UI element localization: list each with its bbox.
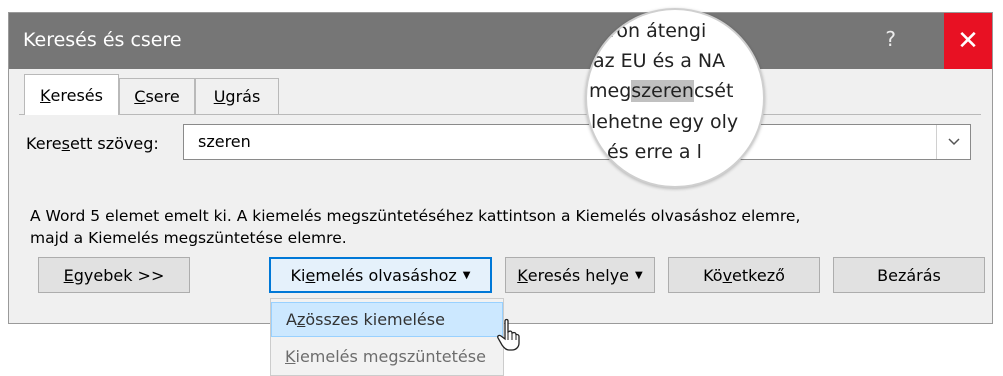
highlight-label-pre: Ki <box>290 265 306 285</box>
next-label-pre: Kö <box>703 265 723 285</box>
find-in-label: eresés helye <box>527 265 630 285</box>
more-button[interactable]: Egyebek >> <box>38 257 190 293</box>
tab-panel-border <box>19 114 981 115</box>
close-window-button[interactable]: ✕ <box>944 13 992 69</box>
tab-search[interactable]: Keresés <box>24 74 119 115</box>
menu-item-clear-highlight[interactable]: Kiemelés megszüntetése <box>271 339 503 374</box>
search-label-key: s <box>61 134 70 153</box>
find-in-key: K <box>517 265 528 285</box>
help-button[interactable]: ? <box>885 27 896 51</box>
tab-goto-key: U <box>213 87 226 106</box>
find-next-button[interactable]: Kö v etkező <box>668 257 820 293</box>
close-button[interactable]: Bezárás <box>833 257 985 293</box>
search-label-pre: Kere <box>26 134 62 153</box>
magnified-text-line: ron átengi <box>609 20 707 42</box>
tab-replace-key: C <box>134 87 146 106</box>
search-input-value: szeren <box>198 132 251 151</box>
tab-replace[interactable]: Csere <box>119 78 195 114</box>
magnified-text-line: az EU és a NA <box>593 50 726 72</box>
more-button-key: E <box>63 265 74 285</box>
tab-search-key: K <box>40 85 51 105</box>
highlight-label-key: e <box>305 265 316 285</box>
find-in-button[interactable]: Keresés helye ▼ <box>505 257 655 293</box>
menu-item-clear-key: K <box>285 347 296 366</box>
magnifier-lens: ron átengi az EU és a NA megszerencsét l… <box>585 8 765 188</box>
close-icon: ✕ <box>957 26 979 56</box>
tab-goto-label: grás <box>225 87 261 106</box>
tab-replace-label: sere <box>145 87 180 106</box>
magnified-text-line-highlighted: megszerencsét <box>589 80 733 102</box>
menu-item-highlight-all-key: z <box>296 310 306 329</box>
tab-goto[interactable]: Ugrás <box>195 78 279 114</box>
search-match-highlight: szeren <box>631 80 694 102</box>
menu-item-highlight-all-pre: A <box>286 310 297 329</box>
next-label-key: v <box>722 265 733 285</box>
highlight-label-post: melés olvasáshoz <box>315 265 457 285</box>
dropdown-caret-icon: ▼ <box>635 269 643 281</box>
close-button-label: Bezárás <box>877 265 941 285</box>
menu-item-highlight-all[interactable]: Az összes kiemelése <box>271 302 503 337</box>
status-message: A Word 5 elemet emelt ki. A kiemelés meg… <box>30 205 800 249</box>
magnified-text-line: lehetne egy oly <box>591 111 739 133</box>
menu-item-clear-label: iemelés megszüntetése <box>295 347 486 366</box>
highlight-dropdown-menu: Az összes kiemelése Kiemelés megszünteté… <box>270 298 504 376</box>
search-label-post: ett szöveg: <box>69 134 159 153</box>
status-message-line1: A Word 5 elemet emelt ki. A kiemelés meg… <box>30 207 801 225</box>
title-bar[interactable]: Keresés és csere ? ✕ <box>9 13 992 69</box>
reading-highlight-button[interactable]: Ki e melés olvasáshoz ▼ <box>269 257 492 293</box>
magnified-text-pre: meg <box>589 80 632 102</box>
menu-item-highlight-all-label: összes kiemelése <box>305 310 445 329</box>
search-history-dropdown[interactable] <box>936 125 970 159</box>
chevron-down-icon <box>947 138 960 146</box>
status-message-line2: majd a Kiemelés megszüntetése elemre. <box>30 229 347 247</box>
next-label-post: etkező <box>732 265 785 285</box>
magnified-text-line: és erre a l <box>607 141 702 163</box>
dialog-title: Keresés és csere <box>23 29 182 51</box>
mouse-pointer-icon <box>497 318 520 351</box>
more-button-label: gyebek >> <box>73 265 165 285</box>
search-field-label: Keresett szöveg: <box>26 134 159 153</box>
magnified-text-post: csét <box>693 80 734 102</box>
search-input[interactable]: szeren <box>183 124 971 160</box>
tab-search-label: eresés <box>50 85 103 105</box>
dropdown-caret-icon: ▼ <box>462 269 471 281</box>
